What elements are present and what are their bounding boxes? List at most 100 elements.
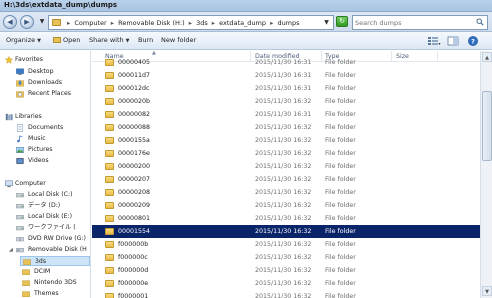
table-row[interactable]: f000000c 2015/11/30 16:32 File folder bbox=[92, 251, 480, 264]
file-name: 000012dc bbox=[118, 85, 150, 92]
nav-drive-f-label: ワークファイル ( bbox=[28, 224, 76, 231]
file-date-modified: 2015/11/30 16:32 bbox=[255, 137, 312, 144]
file-type: File folder bbox=[325, 254, 356, 261]
table-row[interactable]: 00001554 2015/11/30 16:32 File folder bbox=[92, 225, 480, 238]
table-row[interactable]: 00000405 2015/11/30 16:31 File folder bbox=[92, 56, 480, 69]
share-with-label: Share with bbox=[89, 36, 124, 44]
nav-drive-g[interactable]: DVD RW Drive (G:) bbox=[0, 234, 90, 244]
breadcrumb-3ds[interactable]: 3ds bbox=[196, 19, 208, 27]
nav-documents-label: Documents bbox=[28, 124, 64, 131]
table-row[interactable]: f000000d 2015/11/30 16:32 File folder bbox=[92, 264, 480, 277]
nav-favorites[interactable]: Favorites bbox=[0, 55, 90, 65]
vertical-scrollbar[interactable]: ▲ ▼ bbox=[480, 51, 492, 298]
file-date-modified: 2015/11/30 16:32 bbox=[255, 267, 312, 274]
file-date-modified: 2015/11/30 16:32 bbox=[255, 98, 312, 105]
videos-icon bbox=[16, 158, 24, 164]
table-row[interactable]: 000012dc 2015/11/30 16:31 File folder bbox=[92, 82, 480, 95]
table-row[interactable]: 0000020b 2015/11/30 16:32 File folder bbox=[92, 95, 480, 108]
expanded-arrow-icon[interactable]: ◢ bbox=[9, 245, 13, 255]
nav-libraries[interactable]: Libraries bbox=[0, 112, 90, 122]
nav-folder-themes[interactable]: Themes bbox=[0, 289, 90, 298]
open-button[interactable]: Open bbox=[53, 36, 80, 46]
nav-drive-d[interactable]: データ (D:) bbox=[0, 201, 90, 211]
forward-button[interactable]: ▶ bbox=[20, 15, 34, 29]
table-row[interactable]: 00000207 2015/11/30 16:32 File folder bbox=[92, 173, 480, 186]
nav-drive-f[interactable]: ワークファイル ( bbox=[0, 223, 90, 233]
nav-folder-themes-label: Themes bbox=[34, 290, 59, 297]
table-row[interactable]: 00000200 2015/11/30 16:32 File folder bbox=[92, 160, 480, 173]
scroll-up-button[interactable]: ▲ bbox=[482, 52, 492, 62]
scroll-thumb[interactable] bbox=[482, 91, 492, 161]
nav-drive-e[interactable]: Local Disk (E:) bbox=[0, 212, 90, 222]
file-type: File folder bbox=[325, 137, 356, 144]
nav-folder-dcim-label: DCIM bbox=[34, 268, 51, 275]
breadcrumb-dumps[interactable]: dumps bbox=[277, 19, 299, 27]
file-name: f000000b bbox=[118, 241, 149, 248]
breadcrumb-removable-disk[interactable]: Removable Disk (H:) bbox=[118, 19, 185, 27]
file-name: 00000405 bbox=[118, 59, 151, 66]
table-row[interactable]: 0000176e 2015/11/30 16:32 File folder bbox=[92, 147, 480, 160]
table-row[interactable]: 00000082 2015/11/30 16:31 File folder bbox=[92, 108, 480, 121]
recent-pages-dropdown[interactable]: ▼ bbox=[38, 18, 46, 26]
table-row[interactable]: 00000209 2015/11/30 16:32 File folder bbox=[92, 199, 480, 212]
scroll-down-button[interactable]: ▼ bbox=[482, 286, 492, 296]
breadcrumb-computer[interactable]: Computer bbox=[74, 19, 106, 27]
table-row[interactable]: f0000001 2015/11/30 16:32 File folder bbox=[92, 290, 480, 298]
file-date-modified: 2015/11/30 16:32 bbox=[255, 293, 312, 298]
table-row[interactable]: 000011d7 2015/11/30 16:31 File folder bbox=[92, 69, 480, 82]
file-date-modified: 2015/11/30 16:31 bbox=[255, 72, 312, 79]
nav-videos[interactable]: Videos bbox=[0, 156, 90, 166]
nav-folder-3ds[interactable]: 3ds bbox=[20, 256, 90, 266]
refresh-button[interactable]: ↻ bbox=[336, 16, 348, 27]
address-bar[interactable]: ▸ Computer ▸ Removable Disk (H:) ▸ 3ds ▸… bbox=[48, 15, 334, 30]
folder-icon bbox=[105, 189, 114, 196]
table-row[interactable]: 00000208 2015/11/30 16:32 File folder bbox=[92, 186, 480, 199]
table-row[interactable]: 00000088 2015/11/30 16:32 File folder bbox=[92, 121, 480, 134]
table-row[interactable]: f000000e 2015/11/30 16:32 File folder bbox=[92, 277, 480, 290]
file-name: f000000d bbox=[118, 267, 149, 274]
share-with-button[interactable]: Share with ▼ bbox=[89, 36, 129, 46]
organize-button[interactable]: Organize ▼ bbox=[6, 36, 41, 46]
search-box[interactable] bbox=[352, 15, 488, 30]
breadcrumb-extdata-dump[interactable]: extdata_dump bbox=[219, 19, 266, 27]
file-date-modified: 2015/11/30 16:31 bbox=[255, 111, 312, 118]
folder-icon bbox=[22, 269, 30, 275]
table-row[interactable]: f000000b 2015/11/30 16:32 File folder bbox=[92, 238, 480, 251]
nav-drive-h[interactable]: ◢ Removable Disk (H bbox=[0, 245, 90, 255]
change-view-icon[interactable]: ▾ bbox=[427, 35, 441, 47]
table-row[interactable]: 00000801 2015/11/30 16:32 File folder bbox=[92, 212, 480, 225]
nav-pictures-label: Pictures bbox=[28, 146, 53, 153]
back-button[interactable]: ◀ bbox=[3, 15, 17, 29]
table-row[interactable]: 0000155a 2015/11/30 16:32 File folder bbox=[92, 134, 480, 147]
address-dropdown-icon[interactable]: ▼ bbox=[322, 18, 331, 27]
nav-documents[interactable]: Documents bbox=[0, 123, 90, 133]
nav-desktop[interactable]: Desktop bbox=[0, 67, 90, 77]
nav-pictures[interactable]: Pictures bbox=[0, 145, 90, 155]
burn-button[interactable]: Burn bbox=[138, 36, 153, 46]
folder-icon bbox=[105, 267, 114, 274]
nav-folder-dcim[interactable]: DCIM bbox=[0, 267, 90, 277]
nav-recent-places[interactable]: Recent Places bbox=[0, 89, 90, 99]
nav-folder-3ds-label: 3ds bbox=[35, 258, 47, 265]
folder-icon bbox=[105, 163, 114, 170]
nav-computer[interactable]: Computer bbox=[0, 179, 90, 189]
nav-drive-c[interactable]: Local Disk (C:) bbox=[0, 190, 90, 200]
nav-folder-nintendo-3ds[interactable]: Nintendo 3DS bbox=[0, 278, 90, 288]
new-folder-button[interactable]: New folder bbox=[161, 36, 196, 46]
help-icon[interactable]: ? bbox=[467, 35, 479, 47]
music-icon bbox=[17, 135, 23, 143]
folder-icon bbox=[105, 137, 114, 144]
file-type: File folder bbox=[325, 124, 356, 131]
file-date-modified: 2015/11/30 16:32 bbox=[255, 124, 312, 131]
search-icon[interactable] bbox=[476, 18, 484, 26]
nav-downloads[interactable]: Downloads bbox=[0, 78, 90, 88]
title-bar: H:\3ds\extdata_dump\dumps bbox=[0, 0, 492, 12]
preview-pane-icon[interactable] bbox=[447, 35, 459, 47]
nav-music[interactable]: Music bbox=[0, 134, 90, 144]
file-name: 00001554 bbox=[118, 228, 151, 235]
burn-label: Burn bbox=[138, 36, 154, 44]
search-input[interactable] bbox=[355, 17, 473, 28]
hard-drive-icon bbox=[16, 204, 24, 209]
file-type: File folder bbox=[325, 267, 356, 274]
pictures-icon bbox=[16, 147, 24, 153]
